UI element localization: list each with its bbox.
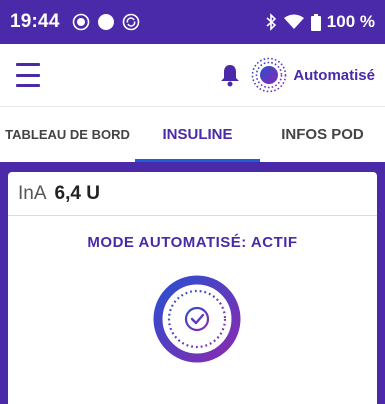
mode-indicator[interactable]: Automatisé bbox=[251, 57, 375, 93]
mode-label: Automatisé bbox=[293, 66, 375, 84]
brightness-icon bbox=[72, 13, 89, 31]
auto-mode-active-icon bbox=[153, 275, 241, 363]
bluetooth-icon bbox=[266, 13, 276, 31]
bell-icon[interactable] bbox=[219, 63, 241, 87]
tab-tableau-de-bord[interactable]: TABLEAU DE BORD bbox=[0, 107, 135, 162]
app-bar: Automatisé bbox=[0, 44, 385, 106]
ina-label: InA bbox=[18, 182, 47, 204]
ina-value: 6,4 U bbox=[54, 182, 100, 204]
circle-icon bbox=[97, 14, 114, 30]
tab-infos-pod[interactable]: INFOS POD bbox=[260, 107, 385, 162]
sync-icon bbox=[122, 13, 139, 31]
status-time: 19:44 bbox=[10, 11, 60, 32]
menu-icon[interactable] bbox=[16, 63, 46, 87]
auto-mode-icon bbox=[252, 57, 287, 93]
wifi-icon bbox=[283, 14, 304, 29]
insulin-card: InA 6,4 U MODE AUTOMATISÉ: ACTIF bbox=[8, 172, 377, 404]
status-bar: 19:44 100 % bbox=[0, 0, 385, 44]
tab-bar: TABLEAU DE BORD INSULINE INFOS POD bbox=[0, 106, 385, 162]
battery-icon bbox=[310, 13, 321, 31]
ina-row: InA 6,4 U bbox=[8, 172, 377, 216]
mode-status-text: MODE AUTOMATISÉ: ACTIF bbox=[87, 234, 298, 251]
tab-insuline[interactable]: INSULINE bbox=[135, 107, 260, 162]
battery-percent: 100 % bbox=[326, 12, 375, 31]
